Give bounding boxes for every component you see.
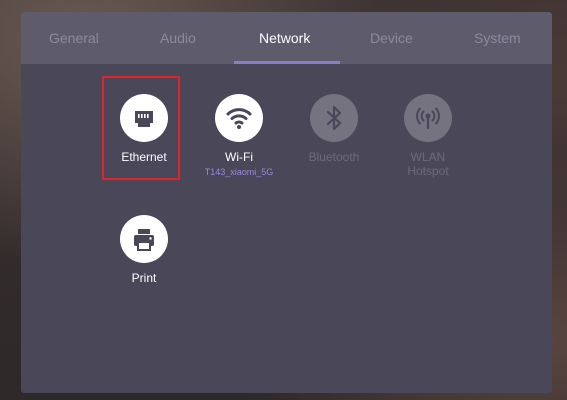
printer-icon	[120, 215, 168, 263]
bluetooth-label: Bluetooth	[308, 150, 360, 164]
print-label: Print	[131, 271, 157, 285]
bluetooth-icon	[310, 94, 358, 142]
wlan-hotspot-label: WLAN Hotspot	[383, 150, 473, 178]
wlan-hotspot-item: WLAN Hotspot	[383, 94, 473, 178]
wifi-label: Wi-Fi	[225, 150, 253, 164]
tab-audio[interactable]: Audio	[160, 30, 196, 46]
selection-highlight	[102, 76, 180, 180]
tab-general[interactable]: General	[49, 30, 99, 46]
wlan-hotspot-label-line2: Hotspot	[407, 164, 449, 178]
tab-system[interactable]: System	[474, 30, 521, 46]
wifi-network-name: T143_xiaomi_5G	[204, 167, 274, 177]
wlan-hotspot-label-line1: WLAN	[410, 150, 446, 164]
hotspot-icon	[404, 94, 452, 142]
active-tab-indicator	[234, 61, 340, 64]
wifi-icon	[215, 94, 263, 142]
print-item[interactable]: Print	[99, 215, 189, 285]
bluetooth-item: Bluetooth	[289, 94, 379, 164]
tab-device[interactable]: Device	[370, 30, 413, 46]
tab-bar: General Audio Network Device System	[21, 12, 552, 64]
settings-panel: General Audio Network Device System Ethe…	[21, 12, 552, 393]
wifi-item[interactable]: Wi-Fi T143_xiaomi_5G	[194, 94, 284, 177]
tab-network[interactable]: Network	[259, 30, 310, 46]
